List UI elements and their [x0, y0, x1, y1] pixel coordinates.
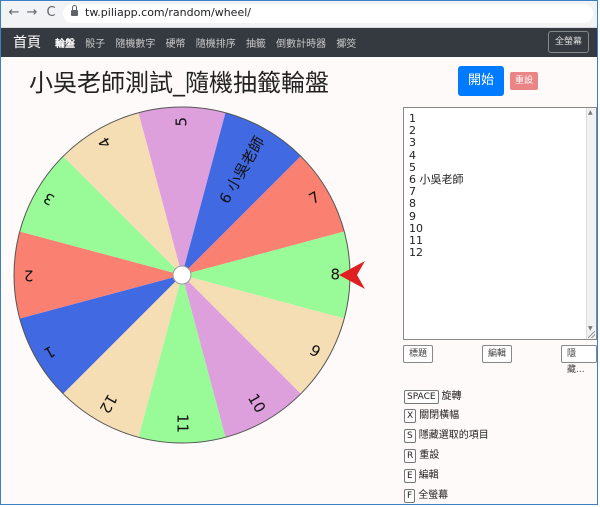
shortcut-key: S: [404, 429, 416, 443]
browser-toolbar: ← → C tw.piliapp.com/random/wheel/: [1, 1, 597, 28]
app-window: ← → C tw.piliapp.com/random/wheel/ 首頁 輪盤…: [0, 0, 598, 505]
fullscreen-button[interactable]: 全螢幕: [547, 31, 589, 53]
shortcut-key: F: [404, 489, 416, 503]
wheel-hub: [172, 265, 192, 285]
url-text: tw.piliapp.com/random/wheel/: [85, 6, 251, 19]
textarea-scrollbar[interactable]: ▲ ▼: [586, 108, 596, 339]
hide-button[interactable]: 隱藏...: [561, 345, 597, 375]
address-bar[interactable]: tw.piliapp.com/random/wheel/: [63, 4, 593, 23]
shortcut-key: R: [404, 449, 417, 463]
back-icon[interactable]: ←: [7, 6, 21, 20]
nav-home-link[interactable]: 首頁: [13, 32, 41, 52]
shortcut-label: 隱藏選取的項目: [418, 430, 489, 441]
shortcut-spin: SPACE 旋轉: [404, 387, 462, 404]
reload-icon[interactable]: C: [44, 6, 58, 20]
items-text: 1 2 3 4 5 6 小吳老師 7 8 9 10 11 12: [409, 112, 464, 260]
shortcut-label: 旋轉: [441, 391, 462, 402]
shortcut-key: E: [404, 469, 416, 483]
nav-item-dice[interactable]: 骰子: [85, 39, 105, 50]
shortcut-reset: R 重設: [404, 446, 439, 463]
site-navbar: 首頁 輪盤 骰子 隨機數字 硬幣 隨機排序 抽籤 倒數計時器 擲筊 全螢幕: [1, 28, 597, 57]
items-textarea[interactable]: 1 2 3 4 5 6 小吳老師 7 8 9 10 11 12 ▲ ▼: [403, 107, 597, 340]
shortcut-key: X: [404, 409, 417, 423]
shortcut-close-banner: X 關閉橫幅: [404, 406, 459, 423]
edit-button[interactable]: 編輯: [482, 345, 513, 363]
wheel-label-2: 2: [24, 267, 34, 285]
nav-item-random-number[interactable]: 隨機數字: [115, 39, 155, 50]
shortcut-label: 全螢幕: [418, 490, 449, 501]
shortcut-label: 重設: [419, 450, 440, 461]
forward-icon[interactable]: →: [25, 6, 39, 20]
nav-item-coin[interactable]: 硬幣: [166, 39, 186, 50]
nav-item-shuffle[interactable]: 隨機排序: [196, 39, 236, 50]
title-button[interactable]: 標題: [403, 345, 434, 363]
wheel-label-8: 8: [330, 266, 340, 284]
scroll-up-icon[interactable]: ▲: [588, 109, 593, 116]
wheel-label-5: 5: [173, 117, 191, 127]
prize-wheel[interactable]: 123456 小吳老師 789101112: [1, 101, 371, 451]
shortcut-label: 關閉橫幅: [419, 410, 460, 421]
shortcut-label: 編輯: [418, 470, 439, 481]
nav-item-moon-blocks[interactable]: 擲筊: [336, 39, 356, 50]
start-button[interactable]: 開始: [458, 66, 504, 96]
lock-icon: [71, 5, 78, 16]
nav-item-lottery[interactable]: 抽籤: [246, 39, 266, 50]
shortcut-fullscreen: F 全螢幕: [404, 486, 448, 503]
resize-grip-icon[interactable]: [588, 331, 595, 338]
nav-item-wheel[interactable]: 輪盤: [55, 39, 75, 50]
shortcut-edit: E 編輯: [404, 466, 439, 483]
wheel-label-11: 11: [174, 414, 192, 433]
nav-item-countdown[interactable]: 倒數計時器: [276, 39, 326, 50]
page-title: 小吳老師測試_隨機抽籤輪盤: [29, 69, 329, 97]
shortcut-key: SPACE: [404, 390, 439, 404]
nav-links: 輪盤 骰子 隨機數字 硬幣 隨機排序 抽籤 倒數計時器 擲筊: [55, 35, 363, 50]
shortcut-hide-selected: S 隱藏選取的項目: [404, 426, 489, 443]
reset-button[interactable]: 重設: [510, 72, 538, 90]
